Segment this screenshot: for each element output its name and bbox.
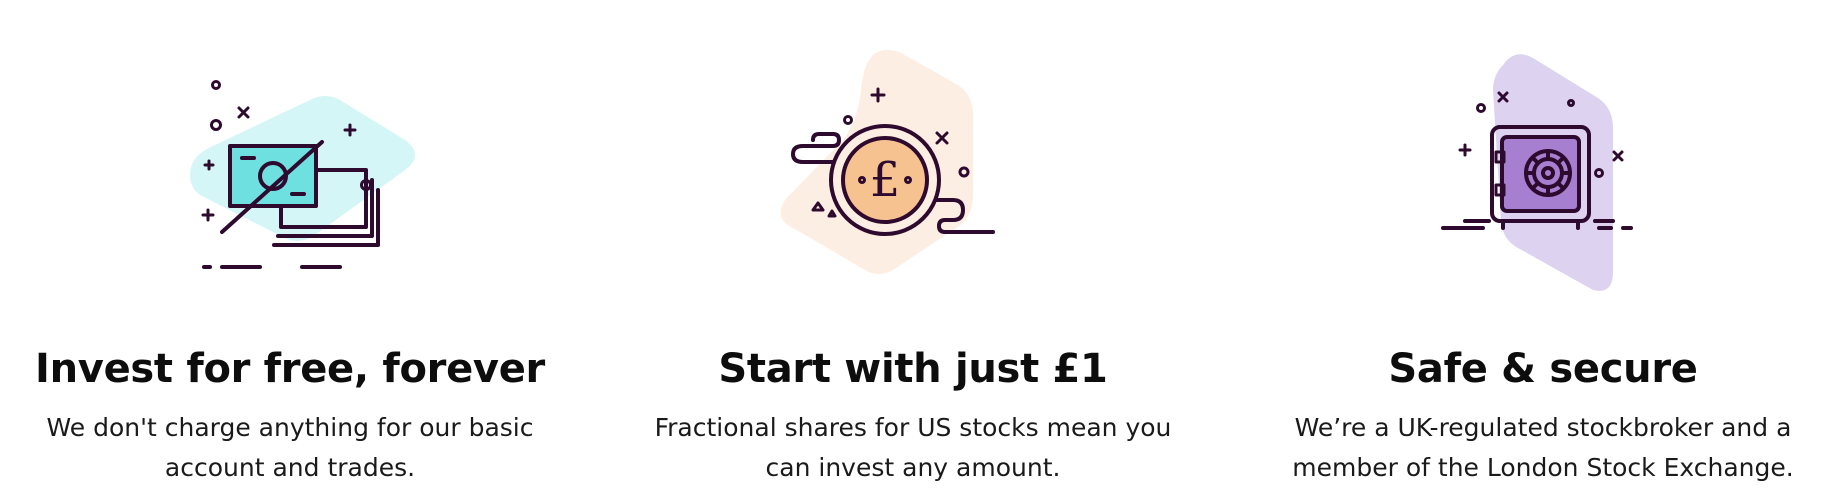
feature-title: Start with just £1	[718, 346, 1108, 392]
coin-symbol: £	[870, 152, 901, 208]
features-section: Invest for free, forever We don't charge…	[0, 0, 1826, 504]
feature-start-small: £ Start with just £1 Fractional shares f…	[623, 0, 1203, 504]
feature-safe-secure: Safe & secure We’re a UK-regulated stock…	[1253, 0, 1826, 504]
feature-description: We’re a UK-regulated stockbroker and a m…	[1292, 413, 1794, 482]
feature-description: Fractional shares for US stocks mean you…	[654, 413, 1172, 482]
feature-invest-free: Invest for free, forever We don't charge…	[0, 0, 580, 504]
no-fee-banknote-icon	[150, 40, 430, 300]
feature-description: We don't charge anything for our basic a…	[46, 413, 534, 482]
safe-vault-icon	[1403, 40, 1683, 300]
pound-coin-icon: £	[773, 40, 1053, 300]
feature-title: Safe & secure	[1388, 346, 1698, 392]
feature-title: Invest for free, forever	[35, 346, 545, 392]
